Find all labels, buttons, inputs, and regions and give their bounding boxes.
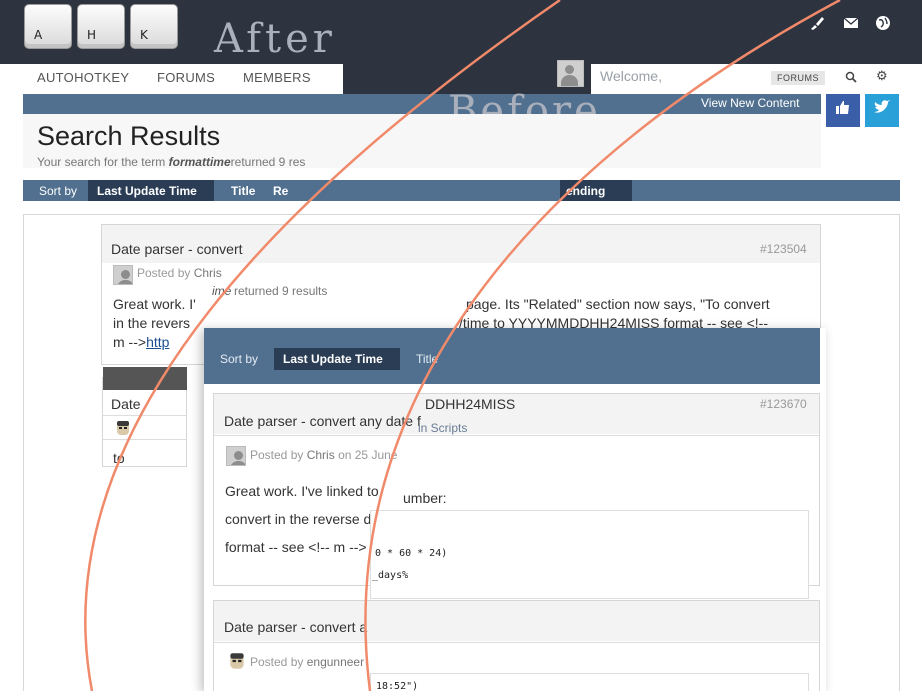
arc-line-outer bbox=[84, 0, 561, 691]
arc-line-inner bbox=[364, 0, 841, 691]
before-after-divider-arcs bbox=[84, 0, 841, 691]
